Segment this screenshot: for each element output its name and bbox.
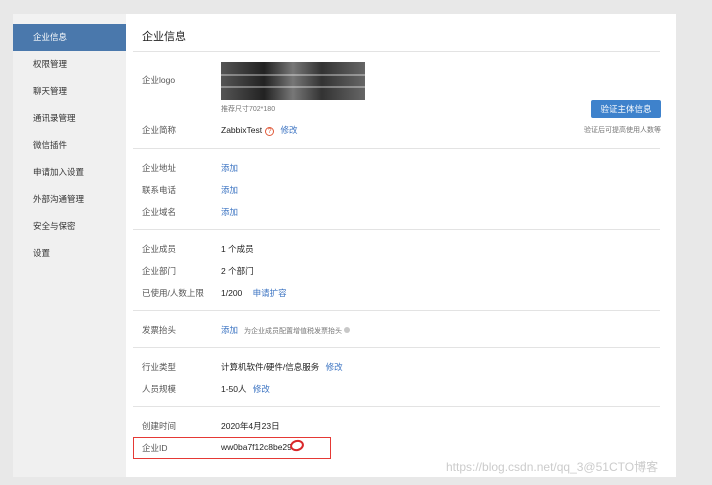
sidebar-item-security[interactable]: 安全与保密: [13, 213, 126, 240]
industry-label: 行业类型: [142, 362, 177, 372]
created-value: 2020年4月23日: [221, 421, 280, 431]
verify-entity-button[interactable]: 验证主体信息: [591, 100, 661, 118]
industry-row: 计算机软件/硬件/信息服务 修改: [221, 361, 343, 373]
edit-scale-link[interactable]: 修改: [253, 384, 270, 394]
address-label: 企业地址: [142, 163, 177, 173]
page-title: 企业信息: [142, 31, 186, 43]
divider: [133, 310, 660, 311]
sidebar-item-company-info[interactable]: 企业信息: [13, 24, 126, 51]
members-value: 1 个成员: [221, 244, 254, 254]
apply-expansion-link[interactable]: 申请扩容: [253, 288, 287, 298]
short-name-label: 企业简称: [142, 125, 177, 135]
help-icon[interactable]: ?: [265, 127, 275, 136]
sidebar-item-chat-management[interactable]: 聊天管理: [13, 78, 126, 105]
divider: [133, 229, 660, 230]
phone-label: 联系电话: [142, 185, 177, 195]
edit-short-name-link[interactable]: 修改: [280, 125, 297, 135]
sidebar-item-wechat-plugin[interactable]: 微信插件: [13, 132, 126, 159]
departments-label: 企业部门: [142, 266, 177, 276]
scale-row: 1-50人 修改: [221, 383, 270, 395]
sidebar: 企业信息 权限管理 聊天管理 通讯录管理 微信插件 申请加入设置 外部沟通管理 …: [13, 24, 126, 477]
member-limit-row: 1/200 申请扩容: [221, 287, 287, 299]
sidebar-item-settings[interactable]: 设置: [13, 240, 126, 267]
member-limit-label: 已使用/人数上限: [142, 288, 204, 298]
invoice-row: 添加 为企业成员配置增值税发票抬头: [221, 324, 351, 336]
logo-label: 企业logo: [142, 75, 176, 85]
main-panel: 企业信息 企业logo 推荐尺寸702*180 验证主体信息 验证后可提高使用人…: [126, 14, 676, 477]
short-name-value: ZabbixTest: [221, 125, 263, 135]
add-address-link[interactable]: 添加: [221, 162, 238, 174]
edit-industry-link[interactable]: 修改: [326, 362, 343, 372]
logo-size-hint: 推荐尺寸702*180: [221, 106, 276, 113]
divider: [133, 406, 660, 407]
member-limit-value: 1/200: [221, 288, 243, 298]
members-label: 企业成员: [142, 244, 177, 254]
watermark: https://blog.csdn.net/qq_3@51CTO博客: [446, 460, 659, 474]
add-phone-link[interactable]: 添加: [221, 184, 238, 196]
divider: [133, 347, 660, 348]
divider: [133, 51, 660, 52]
sidebar-item-permissions[interactable]: 权限管理: [13, 51, 126, 78]
info-icon[interactable]: [344, 327, 351, 333]
short-name-row: ZabbixTest? 修改: [221, 124, 298, 136]
domain-label: 企业域名: [142, 207, 177, 217]
sidebar-item-contacts[interactable]: 通讯录管理: [13, 105, 126, 132]
company-logo-image[interactable]: [221, 62, 365, 100]
invoice-label: 发票抬头: [142, 325, 177, 335]
scale-label: 人员规模: [142, 384, 177, 394]
add-invoice-link[interactable]: 添加: [221, 325, 238, 335]
add-domain-link[interactable]: 添加: [221, 206, 238, 218]
verify-note: 验证后可提高使用人数等: [584, 127, 661, 134]
industry-value: 计算机软件/硬件/信息服务: [221, 362, 320, 372]
sidebar-item-external-communication[interactable]: 外部沟通管理: [13, 186, 126, 213]
scale-value: 1-50人: [221, 384, 247, 394]
invoice-note: 为企业成员配置增值税发票抬头: [244, 328, 343, 335]
sidebar-item-join-settings[interactable]: 申请加入设置: [13, 159, 126, 186]
created-label: 创建时间: [142, 421, 177, 431]
divider: [133, 148, 660, 149]
departments-value: 2 个部门: [221, 266, 254, 276]
